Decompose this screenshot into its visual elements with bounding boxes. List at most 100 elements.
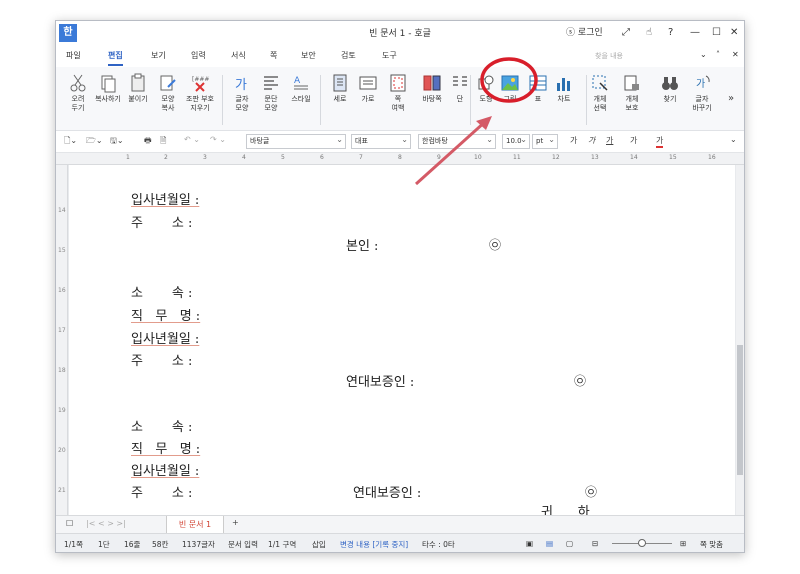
- close-button[interactable]: ✕: [730, 24, 738, 42]
- login-button[interactable]: 로그인: [566, 24, 603, 42]
- status-insert[interactable]: 삽입: [312, 539, 326, 550]
- doc-line: 본인 :: [346, 239, 379, 254]
- scissors-icon: [70, 74, 86, 92]
- copy-icon: [101, 75, 116, 93]
- view-normal-icon[interactable]: ▣: [526, 539, 533, 548]
- clear-format-icon: [###]: [192, 76, 210, 92]
- zoom-fit-button[interactable]: 쪽 맞춤: [700, 539, 723, 550]
- style-button[interactable]: A 스타일: [281, 71, 321, 104]
- strike-button[interactable]: 가: [630, 135, 637, 146]
- doc-line: 입사년월일 :: [131, 332, 200, 347]
- touch-icon[interactable]: ☝: [646, 24, 652, 42]
- doc-line: 직 무 명 :: [131, 442, 201, 457]
- protect-object-button[interactable]: 개체 보호: [612, 71, 652, 113]
- doc-line: 소 속 :: [131, 420, 193, 435]
- status-char: 58칸: [152, 540, 169, 549]
- redo-icon[interactable]: ↷ ⌄: [210, 135, 226, 144]
- unit-select[interactable]: pt: [532, 133, 558, 149]
- status-section: 1/1 구역: [268, 540, 297, 549]
- chevron-down-icon[interactable]: ⌄: [700, 50, 707, 59]
- seal-mark: ㉧: [585, 485, 598, 499]
- app-window: 한 빈 문서 1 - 호글 로그인 ⤢ ☝ ? — ☐ ✕ 파일 편집 보기 입…: [55, 20, 745, 553]
- menu-page[interactable]: 쪽: [270, 50, 277, 61]
- help-icon[interactable]: ?: [668, 24, 673, 42]
- font-color-button[interactable]: 가: [656, 135, 664, 148]
- seal-mark: ㉧: [574, 374, 587, 388]
- replace-icon: 가: [696, 75, 710, 90]
- svg-text:A: A: [294, 76, 301, 86]
- add-tab-button[interactable]: +: [232, 518, 239, 527]
- char-shape-icon: 가: [235, 78, 247, 93]
- tab-document[interactable]: 빈 문서 1: [166, 516, 224, 533]
- print-icon[interactable]: 🖶: [144, 135, 152, 149]
- undo-icon[interactable]: ↶ ⌄: [184, 135, 200, 144]
- menu-edit[interactable]: 편집: [108, 50, 123, 66]
- menu-format[interactable]: 서식: [231, 50, 246, 61]
- ribbon-more-icon[interactable]: »: [728, 93, 734, 104]
- open-icon[interactable]: 🗁⌄: [86, 135, 103, 149]
- document-page[interactable]: 입사년월일 : 주 소 : 본인 : ㉧ 소 속 : 직 무 명 : 입사년월일…: [69, 165, 735, 515]
- expand-icon[interactable]: ⤢: [622, 24, 630, 42]
- toolbar-more-icon[interactable]: ⌄: [730, 135, 737, 144]
- doc-line: 주 소 :: [131, 354, 193, 369]
- doc-line: 연대보증인 :: [346, 375, 415, 390]
- zoom-slider-thumb[interactable]: [638, 539, 646, 547]
- ribbon-toolbar: 오려 두기 복사하기 붙이기 모양 복사 [###] 조판 부호 지우기 가 글자 …: [56, 67, 744, 131]
- menu-tools[interactable]: 도구: [382, 50, 397, 61]
- para-shape-icon: [264, 76, 278, 90]
- svg-text:[###]: [###]: [192, 76, 210, 83]
- status-track-changes[interactable]: 변경 내용 [기록 중지]: [340, 539, 408, 550]
- select-object-icon: [592, 75, 608, 91]
- menu-review[interactable]: 검토: [341, 50, 356, 61]
- portrait-icon: [333, 74, 347, 92]
- doc-line: 주 소 :: [131, 486, 193, 501]
- tab-list-icon[interactable]: ☐: [66, 519, 73, 528]
- doc-line: 연대보증인 :: [353, 486, 422, 501]
- zoom-in-icon[interactable]: ⊞: [680, 539, 686, 548]
- status-col: 1단: [98, 540, 110, 549]
- margins-icon: [390, 74, 406, 92]
- menu-view[interactable]: 보기: [151, 50, 166, 61]
- tab-nav-arrows[interactable]: |< < > >|: [86, 519, 126, 528]
- lock-icon: [624, 75, 639, 91]
- view-page-icon[interactable]: ▤: [546, 539, 553, 548]
- doc-line: 소 속 :: [131, 286, 193, 301]
- maximize-button[interactable]: ☐: [712, 24, 721, 42]
- menu-file[interactable]: 파일: [66, 50, 81, 61]
- font-size-input[interactable]: 10.0: [502, 133, 530, 149]
- doc-line: 주 소 :: [131, 216, 193, 231]
- underline-button[interactable]: 가: [606, 135, 613, 146]
- font-select[interactable]: 한컴바탕: [418, 133, 496, 149]
- replace-button[interactable]: 가 글자 바꾸기: [682, 71, 722, 113]
- menu-bar: 파일 편집 보기 입력 서식 쪽 보안 검토 도구 찾을 내용 ⌄ ˄ ✕: [56, 45, 744, 67]
- document-area[interactable]: 14 15 16 17 18 19 20 21 입사년월일 : 주 소 : 본인…: [56, 165, 736, 515]
- menu-insert[interactable]: 입력: [191, 50, 206, 61]
- view-web-icon[interactable]: ▢: [566, 539, 573, 548]
- horizontal-ruler[interactable]: 1 2 3 4 5 6 7 8 9 10 11 12 13 14 15 16: [56, 153, 744, 165]
- chart-button[interactable]: 차트: [544, 71, 584, 104]
- bold-button[interactable]: 가: [570, 135, 577, 146]
- status-page[interactable]: 1/1쪽: [64, 539, 83, 550]
- save-icon[interactable]: 🖫⌄: [110, 135, 124, 149]
- vertical-scrollbar[interactable]: [736, 165, 744, 515]
- chevron-up-icon[interactable]: ˄: [716, 50, 720, 59]
- style-select[interactable]: 바탕글: [246, 133, 346, 149]
- zoom-out-icon[interactable]: ⊟: [592, 539, 598, 548]
- new-doc-icon[interactable]: 🗋⌄: [64, 135, 77, 149]
- picture-icon: [501, 75, 519, 91]
- scroll-thumb[interactable]: [737, 345, 743, 475]
- status-bar: 1/1쪽 1단 16줄 58칸 1137글자 문서 입력 1/1 구역 삽입 변…: [56, 533, 744, 552]
- search-input[interactable]: 찾을 내용: [591, 49, 691, 63]
- minimize-button[interactable]: —: [690, 24, 700, 42]
- vertical-ruler: 14 15 16 17 18 19 20 21: [56, 165, 68, 515]
- seal-mark: ㉧: [489, 238, 502, 252]
- menu-security[interactable]: 보안: [301, 50, 316, 61]
- status-count: 1137글자: [182, 540, 215, 549]
- clear-marks-button[interactable]: [###] 조판 부호 지우기: [180, 71, 220, 113]
- italic-button[interactable]: 가: [588, 135, 595, 146]
- doc-line: 직 무 명 :: [131, 309, 201, 324]
- preview-icon[interactable]: 🗎: [160, 135, 166, 149]
- svg-text:가: 가: [235, 78, 247, 93]
- paragraph-select[interactable]: 대표: [351, 133, 411, 149]
- close-ribbon-icon[interactable]: ✕: [732, 50, 739, 59]
